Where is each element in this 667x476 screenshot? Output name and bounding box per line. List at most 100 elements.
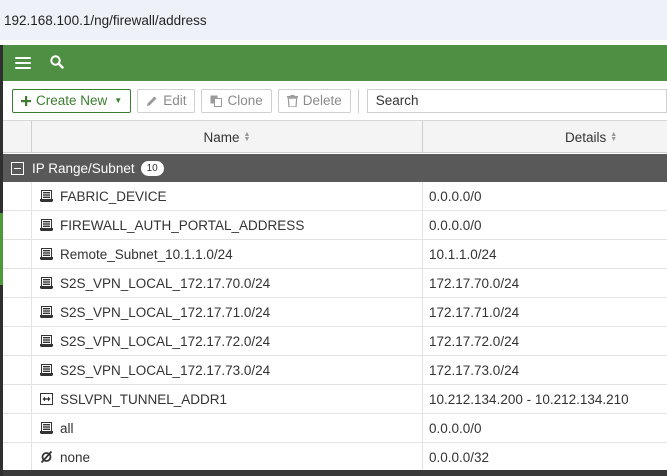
cell-name: FABRIC_DEVICE bbox=[40, 182, 167, 210]
subnet-icon bbox=[40, 422, 53, 434]
row-divider bbox=[422, 269, 423, 297]
row-details: 0.0.0.0/0 bbox=[429, 420, 482, 436]
table-body: FABRIC_DEVICE 0.0.0.0/0 FIREWALL_AUTH_PORT… bbox=[3, 182, 667, 472]
table-row[interactable]: FABRIC_DEVICE 0.0.0.0/0 bbox=[3, 182, 667, 211]
cell-name: Remote_Subnet_10.1.1.0/24 bbox=[40, 240, 233, 268]
row-details: 172.17.73.0/24 bbox=[429, 362, 520, 378]
table-row[interactable]: Remote_Subnet_10.1.1.0/24 10.1.1.0/24 bbox=[3, 240, 667, 269]
cell-details: 172.17.71.0/24 bbox=[429, 298, 519, 326]
none-icon bbox=[40, 450, 53, 464]
row-divider bbox=[31, 414, 32, 442]
search-icon[interactable] bbox=[48, 53, 68, 73]
row-divider bbox=[422, 240, 423, 268]
create-new-button[interactable]: Create New ▼ bbox=[12, 88, 132, 113]
delete-button[interactable]: Delete bbox=[277, 88, 351, 113]
table-row[interactable]: all 0.0.0.0/0 bbox=[3, 414, 667, 443]
edit-label: Edit bbox=[163, 93, 187, 108]
row-divider bbox=[31, 298, 32, 326]
row-details: 10.1.1.0/24 bbox=[429, 246, 497, 262]
row-divider bbox=[31, 240, 32, 268]
row-divider bbox=[422, 356, 423, 384]
column-header-name[interactable]: Name ▲ ▼ bbox=[32, 121, 422, 153]
row-name: S2S_VPN_LOCAL_172.17.72.0/24 bbox=[60, 333, 271, 349]
collapse-icon[interactable] bbox=[11, 161, 24, 175]
row-name: FIREWALL_AUTH_PORTAL_ADDRESS bbox=[60, 217, 305, 233]
subnet-icon bbox=[40, 190, 53, 202]
cell-details: 172.17.73.0/24 bbox=[429, 356, 519, 384]
row-name: S2S_VPN_LOCAL_172.17.71.0/24 bbox=[60, 304, 271, 320]
column-header-details[interactable]: Details ▲ ▼ bbox=[423, 121, 667, 153]
cell-details: 0.0.0.0/0 bbox=[429, 211, 482, 239]
table-row[interactable]: S2S_VPN_LOCAL_172.17.72.0/24 172.17.72.0/… bbox=[3, 327, 667, 356]
sort-icon: ▲ ▼ bbox=[610, 131, 618, 143]
table-row[interactable]: S2S_VPN_LOCAL_172.17.70.0/24 172.17.70.0/… bbox=[3, 269, 667, 298]
table-row[interactable]: S2S_VPN_LOCAL_172.17.71.0/24 172.17.71.0/… bbox=[3, 298, 667, 327]
cell-details: 172.17.72.0/24 bbox=[429, 327, 519, 355]
table-row[interactable]: S2S_VPN_LOCAL_172.17.73.0/24 172.17.73.0/… bbox=[3, 356, 667, 385]
search-placeholder: Search bbox=[375, 93, 419, 108]
toolbar-divider bbox=[357, 88, 359, 113]
row-details: 172.17.72.0/24 bbox=[429, 333, 520, 349]
delete-label: Delete bbox=[302, 93, 342, 108]
row-details: 0.0.0.0/0 bbox=[429, 217, 482, 233]
subnet-icon bbox=[40, 306, 53, 318]
subnet-icon bbox=[40, 248, 53, 260]
row-divider bbox=[422, 298, 423, 326]
pencil-icon bbox=[146, 95, 158, 107]
row-details: 0.0.0.0/32 bbox=[429, 449, 490, 465]
row-divider bbox=[422, 211, 423, 239]
row-name: S2S_VPN_LOCAL_172.17.73.0/24 bbox=[60, 362, 271, 378]
row-details: 0.0.0.0/0 bbox=[429, 188, 482, 204]
url-text[interactable]: 192.168.100.1/ng/firewall/address bbox=[4, 13, 207, 28]
table-header: Name ▲ ▼ Details ▲ ▼ bbox=[3, 121, 667, 153]
row-divider bbox=[31, 443, 32, 471]
row-name: S2S_VPN_LOCAL_172.17.70.0/24 bbox=[60, 275, 271, 291]
row-divider bbox=[31, 269, 32, 297]
table-row[interactable]: none 0.0.0.0/32 bbox=[3, 443, 667, 472]
create-new-label: Create New bbox=[36, 93, 108, 108]
row-details: 172.17.70.0/24 bbox=[429, 275, 520, 291]
hamburger-icon[interactable] bbox=[15, 57, 31, 69]
cell-name: all bbox=[40, 414, 74, 442]
table-footer bbox=[3, 470, 667, 476]
cell-name: none bbox=[40, 443, 90, 471]
row-divider bbox=[31, 327, 32, 355]
row-divider bbox=[422, 385, 423, 413]
cell-name: S2S_VPN_LOCAL_172.17.72.0/24 bbox=[40, 327, 270, 355]
search-input[interactable]: Search bbox=[366, 88, 667, 113]
row-divider bbox=[31, 356, 32, 384]
group-label: IP Range/Subnet bbox=[32, 160, 135, 176]
cell-name: S2S_VPN_LOCAL_172.17.70.0/24 bbox=[40, 269, 270, 297]
column-header-name-label: Name bbox=[203, 129, 240, 145]
clone-button[interactable]: Clone bbox=[201, 88, 272, 113]
subnet-icon bbox=[40, 335, 53, 347]
subnet-icon bbox=[40, 364, 53, 376]
chevron-down-icon: ▼ bbox=[114, 96, 123, 105]
toolbar: Create New ▼ Edit Clone Delete Search bbox=[3, 81, 667, 121]
row-name: SSLVPN_TUNNEL_ADDR1 bbox=[60, 391, 228, 407]
cell-name: SSLVPN_TUNNEL_ADDR1 bbox=[40, 385, 227, 413]
clone-icon bbox=[210, 95, 223, 107]
cell-name: FIREWALL_AUTH_PORTAL_ADDRESS bbox=[40, 211, 304, 239]
group-header-ip-range-subnet[interactable]: IP Range/Subnet 10 bbox=[3, 154, 667, 182]
row-details: 10.212.134.200 - 10.212.134.210 bbox=[429, 391, 629, 407]
cell-details: 10.1.1.0/24 bbox=[429, 240, 497, 268]
cell-details: 0.0.0.0/0 bbox=[429, 182, 482, 210]
row-divider bbox=[422, 414, 423, 442]
table-row[interactable]: SSLVPN_TUNNEL_ADDR1 10.212.134.200 - 10.2… bbox=[3, 385, 667, 414]
cell-name: S2S_VPN_LOCAL_172.17.71.0/24 bbox=[40, 298, 270, 326]
plus-icon bbox=[21, 95, 31, 106]
row-divider bbox=[422, 443, 423, 471]
edit-button[interactable]: Edit bbox=[137, 88, 196, 113]
top-bar bbox=[3, 45, 667, 81]
row-divider bbox=[422, 327, 423, 355]
address-bar[interactable]: 192.168.100.1/ng/firewall/address bbox=[0, 0, 667, 40]
cell-details: 10.212.134.200 - 10.212.134.210 bbox=[429, 385, 629, 413]
subnet-icon bbox=[40, 219, 53, 231]
row-divider bbox=[31, 182, 32, 210]
row-divider bbox=[31, 211, 32, 239]
ip-range-icon bbox=[40, 393, 53, 405]
row-divider bbox=[422, 182, 423, 210]
row-details: 172.17.71.0/24 bbox=[429, 304, 520, 320]
table-row[interactable]: FIREWALL_AUTH_PORTAL_ADDRESS 0.0.0.0/0 bbox=[3, 211, 667, 240]
